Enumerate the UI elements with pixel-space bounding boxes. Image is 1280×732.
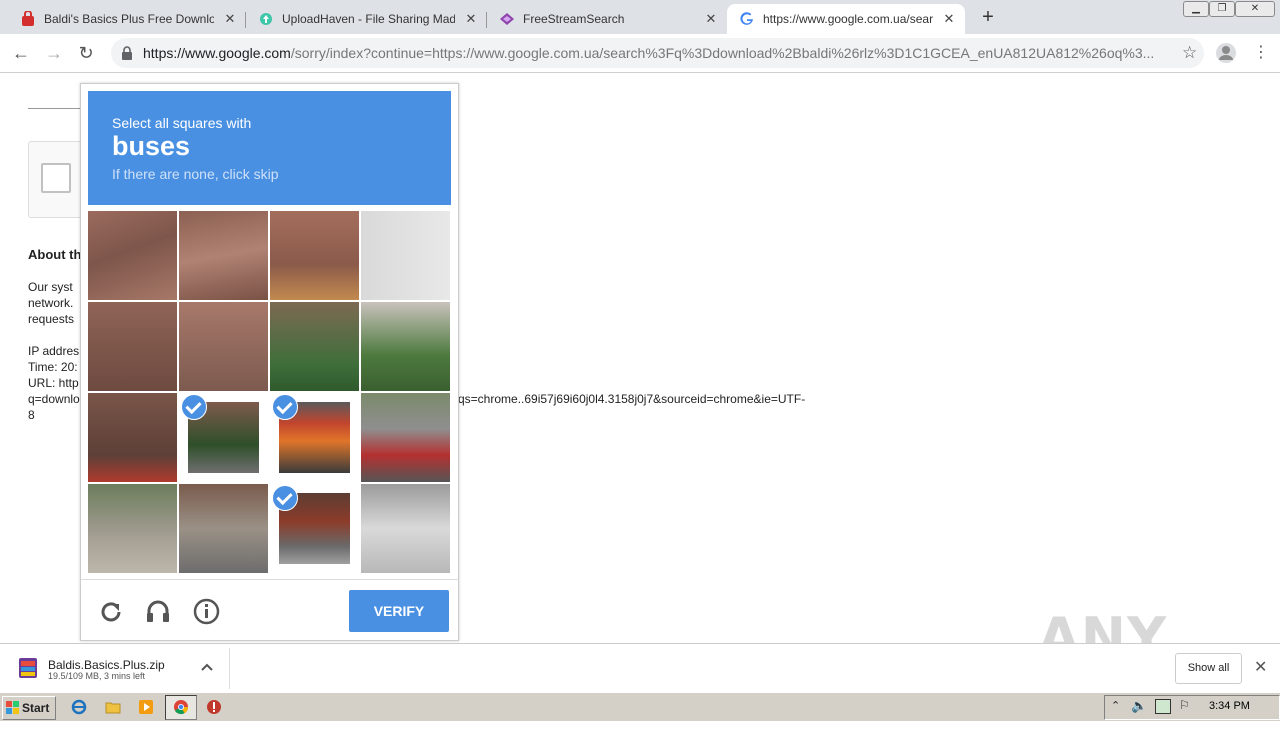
close-tab-icon[interactable]: ✕ [941,11,957,27]
purple-gem-icon [500,13,514,25]
recaptcha-challenge: Select all squares with buses If there a… [80,83,459,641]
grid-tile[interactable] [88,484,177,573]
stop-sign-icon[interactable] [206,699,222,715]
volume-icon[interactable]: 🔈 [1131,698,1147,714]
restore-button[interactable]: ❐ [1209,1,1235,17]
tab-strip: Baldi's Basics Plus Free Download (v0. ✕… [0,0,1280,34]
challenge-target: buses [112,131,191,161]
reload-page-icon[interactable]: ↻ [75,42,97,64]
url-continuation: q=downlo [28,392,80,406]
start-label: Start [22,701,50,715]
selected-check-icon [272,485,298,511]
google-g-icon [740,12,753,25]
selected-check-icon [272,394,298,420]
windows-logo-icon [6,701,19,714]
challenge-header: Select all squares with buses If there a… [88,91,451,205]
grid-tile[interactable] [361,393,450,482]
url-text: https://www.google.com/sorry/index?conti… [143,45,1168,61]
uploadhaven-icon [260,13,272,25]
headphones-icon[interactable] [145,598,171,624]
divider [28,108,88,109]
tab-uploadhaven[interactable]: UploadHaven - File Sharing Made Simpl ✕ [246,4,487,34]
tab-baldi[interactable]: Baldi's Basics Plus Free Download (v0. ✕ [8,4,246,34]
bookmark-star-icon[interactable]: ☆ [1182,43,1197,63]
close-download-bar-icon[interactable]: ✕ [1254,657,1267,677]
address-bar[interactable]: https://www.google.com/sorry/index?conti… [111,38,1204,68]
selected-check-icon [181,394,207,420]
info-icon[interactable] [193,598,220,625]
grid-tile[interactable] [361,211,450,300]
tab-google-search[interactable]: https://www.google.com.ua/search? ✕ [727,4,965,34]
page-text-line: network. [28,296,74,310]
tab-freestreamsearch[interactable]: FreeStreamSearch ✕ [487,4,727,34]
grid-tile[interactable] [361,302,450,391]
tab-title: UploadHaven - File Sharing Made Simpl [282,12,455,26]
grid-tile[interactable] [88,302,177,391]
grid-tile[interactable] [361,484,450,573]
reload-icon[interactable] [98,599,124,625]
close-tab-icon[interactable]: ✕ [703,11,719,27]
grid-tile[interactable] [179,484,268,573]
image-grid [88,211,451,573]
red-bag-icon [22,11,34,26]
page-text-line: requests [28,312,75,326]
folder-icon[interactable] [105,699,121,715]
grid-tile[interactable] [270,302,359,391]
ip-address-label: IP addres [28,344,80,358]
chrome-icon [174,700,189,715]
minimize-button[interactable]: ▁ [1183,1,1209,17]
download-status: 19.5/109 MB, 3 mins left [48,671,146,681]
url-domain: https://www.google.com [143,45,291,61]
system-tray: ⌃ 🔈 ⚐ 3:34 PM [1104,695,1280,720]
grid-tile[interactable] [270,211,359,300]
download-filename: Baldis.Basics.Plus.zip [48,658,165,672]
grid-tile[interactable] [179,211,268,300]
taskbar: Start ⌃ 🔈 ⚐ 3:34 PM [0,692,1280,721]
close-tab-icon[interactable]: ✕ [463,11,479,27]
back-arrow-icon[interactable]: ← [10,42,32,64]
about-heading: About th [28,247,82,262]
tab-title: FreeStreamSearch [523,12,625,26]
start-button[interactable]: Start [2,696,56,720]
tab-title: https://www.google.com.ua/search? [763,12,933,26]
challenge-instruction: Select all squares with [112,115,252,131]
browser-toolbar: ← → ↻ https://www.google.com/sorry/index… [0,34,1280,73]
media-player-icon[interactable] [138,699,154,715]
time-label: Time: 20: [28,360,78,374]
grid-tile[interactable] [88,211,177,300]
new-tab-button[interactable]: + [978,6,998,28]
show-all-button[interactable]: Show all [1175,653,1242,684]
clock: 3:34 PM [1209,700,1250,712]
tab-title: Baldi's Basics Plus Free Download (v0. [44,12,214,26]
lock-icon [122,46,132,60]
download-bar: Baldis.Basics.Plus.zip 19.5/109 MB, 3 mi… [0,643,1280,693]
chrome-taskbar-button[interactable] [165,695,197,720]
challenge-hint: If there are none, click skip [112,166,279,182]
network-icon[interactable] [1155,699,1171,714]
divider [229,648,230,689]
close-window-button[interactable]: ✕ [1235,1,1275,17]
tray-expand-icon[interactable]: ⌃ [1111,699,1120,712]
verify-button[interactable]: VERIFY [349,590,449,632]
profile-avatar-icon[interactable] [1215,42,1237,64]
page-text-line: Our syst [28,280,73,294]
grid-tile[interactable] [88,393,177,482]
forward-arrow-icon[interactable]: → [43,42,65,64]
ie-icon[interactable] [71,699,87,715]
url-label: URL: http [28,376,79,390]
menu-dots-icon[interactable]: ⋮ [1253,42,1269,62]
chevron-up-icon[interactable] [200,662,214,672]
flag-icon[interactable]: ⚐ [1179,698,1190,712]
url-tail: qs=chrome..69i57j69i60j0l4.3158j0j7&sour… [458,392,806,406]
close-tab-icon[interactable]: ✕ [222,11,238,27]
url-path: /sorry/index?continue=https://www.google… [290,45,1155,61]
footer-divider [81,579,458,580]
grid-tile[interactable] [179,302,268,391]
recaptcha-checkbox[interactable] [41,163,71,193]
url-tail-end: 8 [28,408,35,422]
archive-file-icon [19,658,37,678]
